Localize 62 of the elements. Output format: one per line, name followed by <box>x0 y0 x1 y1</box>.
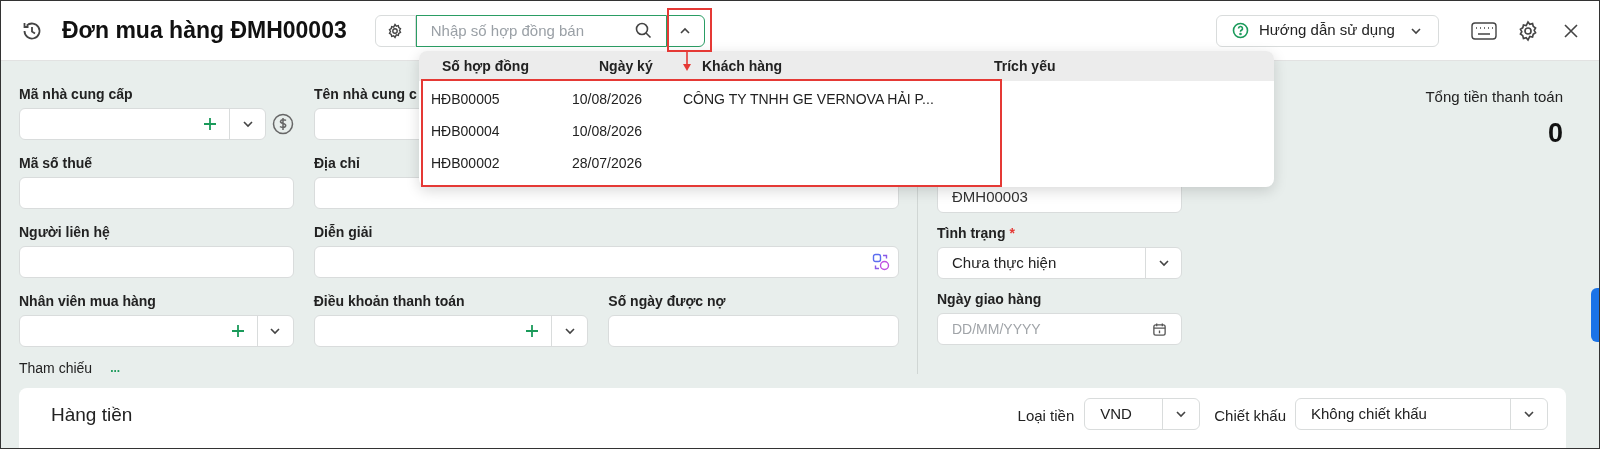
table-cell: 28/07/2026 <box>572 154 643 171</box>
field-label: Điều khoản thanh toán <box>313 291 465 311</box>
table-cell: HĐB00002 <box>431 154 500 171</box>
combo-field[interactable] <box>19 315 294 347</box>
field-label: Tình trạng <box>937 223 1006 243</box>
column-header: Trích yếu <box>994 57 1056 74</box>
combo-field[interactable] <box>19 108 266 140</box>
search-icon[interactable] <box>634 21 652 39</box>
calendar-icon[interactable] <box>1152 321 1167 337</box>
discount-label: Chiết khấu <box>1214 406 1286 426</box>
field-label: Địa chỉ <box>314 153 360 173</box>
settings-button[interactable] <box>374 14 416 47</box>
contract-row[interactable]: HĐB00004 10/08/2026 <box>431 115 991 147</box>
table-cell-text: CÔNG TY TNHH GE VERNOVA HẢI P... <box>683 89 934 109</box>
field-label: Mã nhà cung cấp <box>19 84 133 104</box>
input-field[interactable] <box>19 246 294 278</box>
close-icon[interactable] <box>1563 22 1579 39</box>
field-label: Diễn giải <box>314 222 373 242</box>
field-label: Số ngày được nợ <box>608 291 726 311</box>
status-select[interactable]: Chưa thực hiện <box>937 247 1182 279</box>
currency-select[interactable]: VND <box>1084 398 1201 430</box>
table-cell: HĐB00004 <box>431 122 500 139</box>
input-field[interactable] <box>314 246 899 278</box>
settings-icon <box>387 22 404 39</box>
discount-select[interactable]: Không chiết khấu <box>1295 398 1548 430</box>
plus-icon[interactable] <box>525 324 540 338</box>
field-label: Ngày giao hàng <box>937 289 1042 309</box>
side-tab[interactable] <box>1591 288 1599 342</box>
help-icon <box>1232 22 1249 39</box>
total-amount: 0 <box>1547 116 1563 150</box>
pointer-arrow <box>682 52 692 72</box>
highlight-frame <box>667 8 712 52</box>
table-cell: HĐB00005 <box>431 90 500 107</box>
plus-icon[interactable] <box>203 117 217 131</box>
card-title: Hàng tiền <box>51 403 133 427</box>
field-label: Người liên hệ <box>19 222 110 242</box>
column-header: Số hợp đồng <box>442 57 529 74</box>
input-field[interactable] <box>608 315 899 347</box>
help-button[interactable]: Hướng dẫn sử dụng <box>1216 14 1439 47</box>
field-label: Tên nhà cung c <box>314 84 417 104</box>
column-header: Khách hàng <box>702 57 783 74</box>
search-field[interactable]: Nhập số hợp đồng bán <box>415 14 666 47</box>
page-title: Đơn mua hàng ĐMH00003 <box>62 16 347 46</box>
keyboard-icon[interactable] <box>1471 21 1497 40</box>
field-label: Mã số thuế <box>19 153 93 173</box>
contract-row[interactable]: HĐB00005 10/08/2026 CÔNG TY TNHH GE VERNOVA HẢI P... <box>431 83 991 115</box>
total-label: Tổng tiền thanh toán <box>1425 87 1563 107</box>
settings-icon[interactable] <box>1517 19 1539 42</box>
combo-field[interactable] <box>313 315 589 347</box>
required-mark: * <box>1009 223 1015 243</box>
input-field[interactable] <box>19 177 294 209</box>
field-label: Nhân viên mua hàng <box>19 291 156 311</box>
dollar-icon[interactable] <box>272 113 294 135</box>
dropdown-toggle-button[interactable] <box>665 14 705 47</box>
currency-label: Loại tiền <box>1017 406 1075 426</box>
contract-row[interactable]: HĐB00002 28/07/2026 <box>431 147 991 179</box>
table-cell: 10/08/2026 <box>572 90 643 107</box>
column-header: Ngày ký <box>599 57 653 74</box>
translate-icon[interactable] <box>872 253 890 271</box>
reference-label: Tham chiếu <box>19 358 93 378</box>
plus-icon[interactable] <box>230 324 245 338</box>
table-cell: 10/08/2026 <box>572 122 643 139</box>
